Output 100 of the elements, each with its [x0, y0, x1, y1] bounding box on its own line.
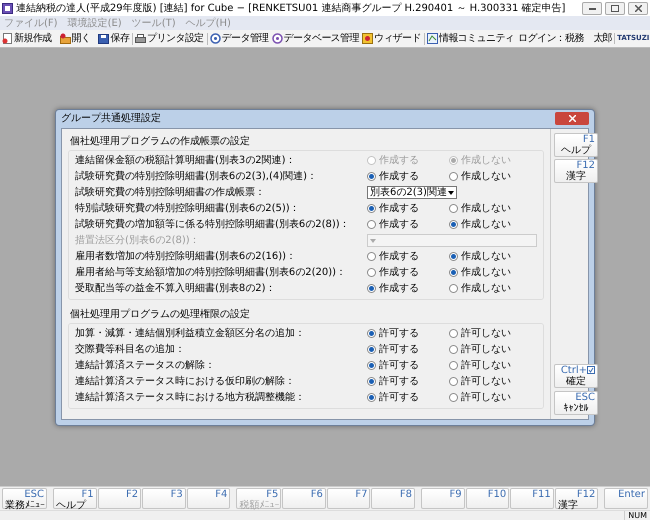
close-button[interactable] [555, 112, 589, 125]
radio-option[interactable]: 許可する [367, 374, 449, 389]
section-title: 個社処理用プログラムの作成帳票の設定 [69, 134, 251, 148]
caret-icon [448, 190, 454, 194]
radio-option[interactable]: 作成する [367, 169, 449, 184]
dialog-button[interactable]: Ctrl+ 確定 [554, 364, 598, 388]
function-key-button[interactable]: F3 [142, 488, 186, 509]
minimize-button[interactable] [582, 2, 602, 14]
function-key-button[interactable]: ESC 業務ﾒﾆｭｰ [2, 488, 47, 509]
radio-option[interactable]: 作成しない [449, 281, 531, 296]
radio-icon[interactable] [449, 204, 458, 213]
function-key-button[interactable]: F8 [371, 488, 416, 509]
dialog-button[interactable]: ESC ｷｬﾝｾﾙ [554, 390, 598, 414]
toolbar-button[interactable]: データベース管理 [270, 31, 360, 46]
radio-option[interactable]: 作成する [367, 281, 449, 296]
field-label: 雇用者数増加の特別控除明細書(別表6の2(16))： [75, 250, 298, 264]
login-label: ログイン：税務 太郎 [517, 32, 614, 46]
dialog-button[interactable]: F1 ヘルプ [554, 132, 598, 156]
radio-icon[interactable] [367, 268, 376, 277]
radio-option[interactable]: 作成しない [449, 169, 531, 184]
close-icon [568, 115, 576, 122]
field-label: 連結留保金額の税額計算明細書(別表3の2関連)： [75, 154, 297, 168]
toolbar-button[interactable]: 情報コミュニティ [426, 31, 516, 46]
function-key-button[interactable]: F11 [510, 488, 554, 509]
radio-icon[interactable] [367, 172, 376, 181]
radio-icon[interactable] [449, 268, 458, 277]
radio-icon[interactable] [367, 284, 376, 293]
radio-icon[interactable] [367, 345, 376, 354]
radio-option[interactable]: 許可する [367, 390, 449, 405]
status-indicator: NUM [624, 511, 650, 520]
radio-icon[interactable] [449, 220, 458, 229]
radio-option[interactable]: 作成しない [449, 249, 531, 264]
radio-icon[interactable] [367, 220, 376, 229]
function-key-button[interactable]: F10 [466, 488, 510, 509]
caret-icon [370, 238, 376, 242]
field-label: 措置法区分(別表6の2(8))： [75, 234, 201, 248]
radio-icon[interactable] [449, 377, 458, 386]
field-label: 雇用者給与等支給額増加の特別控除明細書(別表6の2(20))： [75, 266, 348, 280]
field-label: 試験研究費の増加額等に係る特別控除明細書(別表6の2(8))： [75, 218, 351, 232]
function-key-button[interactable]: F7 [326, 488, 370, 509]
dialog-title: グループ共通処理設定 [61, 112, 161, 126]
field-label: 連結計算済ステータス時における仮印刷の解除： [75, 374, 296, 389]
radio-option[interactable]: 許可する [367, 342, 449, 357]
radio-icon[interactable] [367, 204, 376, 213]
radio-icon[interactable] [449, 361, 458, 370]
radio-icon[interactable] [449, 172, 458, 181]
radio-icon[interactable] [449, 345, 458, 354]
radio-option[interactable]: 許可しない [449, 374, 531, 389]
radio-option[interactable]: 許可しない [449, 358, 531, 373]
radio-icon[interactable] [367, 393, 376, 402]
toolbar-button[interactable]: 保存 [97, 31, 130, 46]
toolbar-button[interactable]: プリンタ設定 [134, 31, 205, 46]
field-label: 連結計算済ステータスの解除： [75, 358, 216, 373]
radio-icon[interactable] [367, 329, 376, 338]
function-key-button[interactable]: F6 [282, 488, 326, 509]
function-key-button[interactable]: F4 [186, 488, 230, 509]
radio-icon[interactable] [367, 361, 376, 370]
close-icon [634, 4, 642, 12]
dropdown-field[interactable]: 別表6の2(3)関連 [367, 186, 457, 199]
folder-icon [60, 33, 71, 44]
dialog-button[interactable]: F12 漢字 [554, 159, 598, 183]
radio-option[interactable]: 作成しない [449, 265, 531, 280]
radio-option[interactable]: 許可しない [449, 342, 531, 357]
radio-option[interactable]: 許可しない [449, 390, 531, 405]
radio-option[interactable]: 作成する [367, 265, 449, 280]
section-title: 個社処理用プログラムの処理権限の設定 [69, 308, 251, 322]
radio-icon[interactable] [367, 252, 376, 261]
function-key-button[interactable]: F2 [98, 488, 142, 509]
field-label: 加算・減算・連結個別利益積立金額区分名の追加： [75, 326, 306, 341]
field-label: 試験研究費の特別控除明細書の作成帳票： [75, 186, 266, 200]
toolbar-button[interactable]: 開く [58, 31, 92, 46]
radio-option[interactable]: 作成する [367, 249, 449, 264]
field-label: 特別試験研究費の特別控除明細書(別表6の2(5))： [75, 202, 301, 216]
maximize-button[interactable] [605, 2, 625, 14]
radio-icon[interactable] [449, 252, 458, 261]
function-key-button[interactable]: F1 ヘルプ [53, 488, 97, 509]
radio-icon[interactable] [449, 393, 458, 402]
function-key-button[interactable]: Enter [604, 488, 648, 509]
radio-option[interactable]: 作成しない [449, 217, 531, 232]
close-button[interactable] [628, 2, 648, 14]
radio-option[interactable]: 許可しない [449, 326, 531, 341]
toolbar-button[interactable]: ウィザード [360, 31, 422, 46]
radio-option[interactable]: 作成する [367, 201, 449, 216]
window-title: 連結納税の達人(平成29年度版) [連結] for Cube − [RENKETSU01 連結商事グループ H.290401 ～ H.300331 確定申告] [16, 2, 566, 16]
radio-icon[interactable] [367, 377, 376, 386]
radio-icon[interactable] [449, 284, 458, 293]
radio-option[interactable]: 作成する [367, 217, 449, 232]
radio-icon[interactable] [449, 329, 458, 338]
function-key-button[interactable]: F12 漢字 [554, 488, 598, 509]
maximize-icon [611, 4, 619, 12]
field-label: 受取配当等の益金不算入明細書(別表8の2)： [75, 282, 277, 296]
radio-option[interactable]: 作成しない [449, 201, 531, 216]
printer-icon [135, 33, 146, 44]
checkbox-icon [587, 366, 595, 374]
toolbar-button[interactable]: 新規作成 [1, 31, 53, 46]
radio-option[interactable]: 許可する [367, 326, 449, 341]
function-key-button[interactable]: F9 [421, 488, 465, 509]
field-label: 交際費等科目名の追加： [75, 342, 186, 357]
radio-option[interactable]: 許可する [367, 358, 449, 373]
toolbar-button[interactable]: データ管理 [208, 31, 270, 46]
